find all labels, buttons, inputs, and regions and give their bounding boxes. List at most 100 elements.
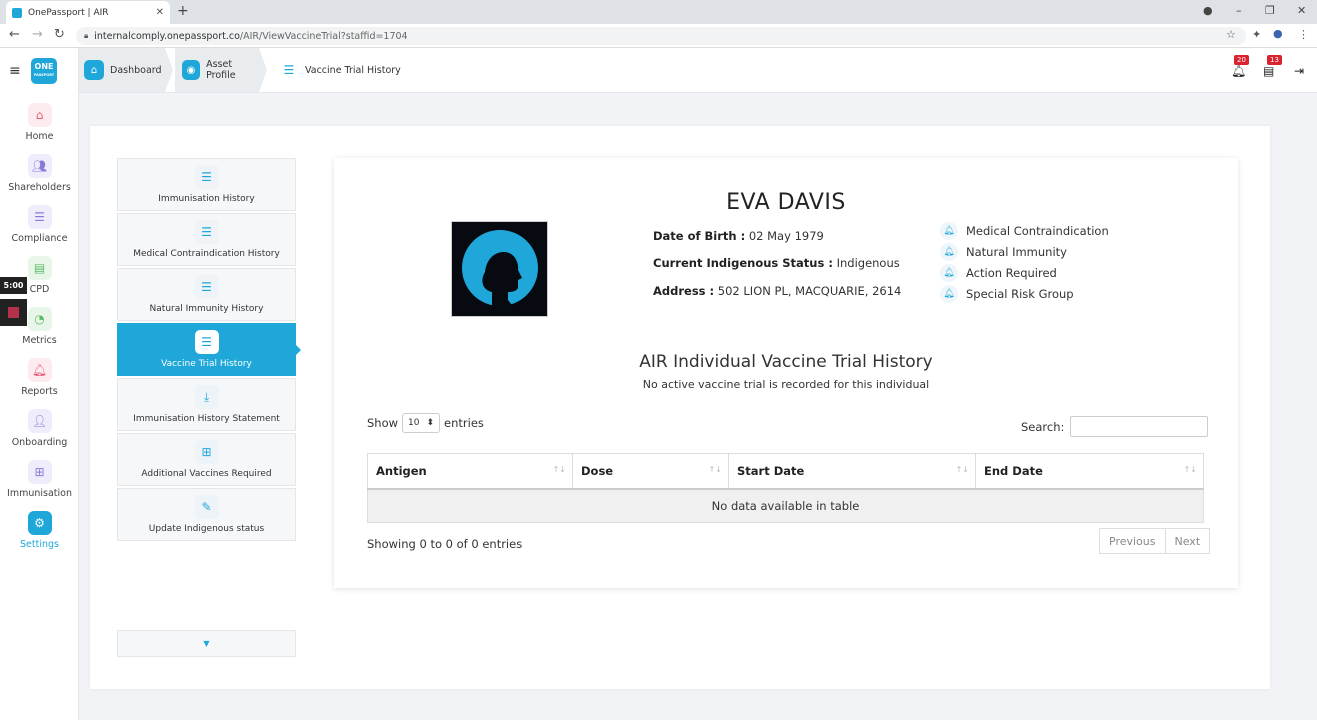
menu-expand-button[interactable]: ▼: [117, 630, 296, 657]
section-title: AIR Individual Vaccine Trial History: [639, 352, 933, 372]
column-label: Dose: [581, 463, 614, 478]
sidebar-item-onboarding[interactable]: 👤︎ Onboarding: [0, 409, 79, 455]
sidebar-item-compliance[interactable]: ☰ Compliance: [0, 205, 79, 251]
sidebar-item-label: Onboarding: [11, 437, 68, 448]
home-icon: ⌂: [84, 60, 104, 80]
stop-recording-button[interactable]: [0, 299, 27, 326]
person-name: EVA DAVIS: [726, 190, 846, 215]
bell-icon: 🔔︎: [940, 285, 958, 303]
previous-button[interactable]: Previous: [1099, 528, 1166, 554]
column-header-end-date[interactable]: End Date ↑↓: [975, 453, 1204, 490]
bell-icon: 🔔︎: [940, 222, 958, 240]
flag-medical-contraindication: 🔔︎ Medical Contraindication: [940, 222, 1109, 240]
gear-icon: ⚙: [27, 511, 52, 535]
breadcrumb-dashboard[interactable]: ⌂ Dashboard: [79, 48, 165, 92]
vaccine-trial-table: Antigen ↑↓ Dose ↑↓ Start Date ↑↓ End Date ↑↓…: [367, 453, 1204, 523]
address-row: Address : 502 LION PL, MACQUARIE, 2614: [653, 284, 901, 298]
forward-icon[interactable]: →: [32, 27, 43, 42]
minimize-icon[interactable]: –: [1236, 4, 1242, 17]
notifications-bell-icon[interactable]: 🔔︎: [1231, 64, 1246, 78]
sidebar-item-label: Home: [25, 131, 54, 142]
pie-chart-icon: ◔: [27, 307, 52, 331]
sort-icon: ↑↓: [552, 465, 566, 474]
page-size-select[interactable]: 10 ⬍: [402, 413, 441, 433]
flag-special-risk-group: 🔔︎ Special Risk Group: [940, 285, 1074, 303]
close-window-icon[interactable]: ✕: [1297, 4, 1306, 17]
clipboard-icon: ▤: [27, 256, 52, 280]
sidebar-item-settings[interactable]: ⚙ Settings: [0, 511, 79, 557]
address-value: 502 LION PL, MACQUARIE, 2614: [717, 284, 902, 298]
person-silhouette-icon: [462, 230, 538, 316]
logo-subtext: PASSPORT: [33, 73, 55, 77]
browser-tab-bar: OnePassport | AIR ✕ + ● – ❐ ✕: [0, 0, 1317, 24]
user-avatar-icon[interactable]: ●: [1273, 27, 1283, 40]
profile-avatar: [451, 221, 548, 317]
hamburger-menu-icon[interactable]: ≡: [9, 63, 21, 79]
download-tray-icon: ⤓: [194, 385, 219, 409]
menu-item-label: Natural Immunity History: [149, 304, 264, 314]
menu-item-label: Additional Vaccines Required: [141, 469, 272, 479]
menu-item-label: Update Indigenous status: [148, 524, 265, 534]
select-arrows-icon: ⬍: [426, 418, 435, 428]
list-icon: ☰: [194, 330, 219, 354]
sidebar-item-immunisation[interactable]: ⊞ Immunisation: [0, 460, 79, 506]
sidebar-item-label: CPD: [29, 284, 50, 295]
menu-vaccine-trial-history[interactable]: ☰ Vaccine Trial History: [117, 323, 301, 376]
sidebar-item-label: Immunisation: [7, 488, 72, 499]
column-header-dose[interactable]: Dose ↑↓: [572, 453, 729, 490]
indigenous-label: Current Indigenous Status :: [653, 256, 833, 270]
logout-icon[interactable]: ⇥: [1294, 64, 1304, 78]
flag-label: Medical Contraindication: [966, 224, 1109, 238]
top-header: ⌂ Dashboard ◉ Asset Profile ☰ Vaccine Tr…: [79, 48, 1317, 93]
maximize-icon[interactable]: ❐: [1265, 4, 1275, 17]
monitor-plus-icon: ⊞: [27, 460, 52, 484]
favicon-icon: [12, 7, 22, 18]
sidebar-item-label: Settings: [20, 539, 59, 550]
sort-icon: ↑↓: [708, 465, 722, 474]
tasks-clipboard-icon[interactable]: ▤: [1263, 64, 1274, 78]
column-header-antigen[interactable]: Antigen ↑↓: [367, 453, 573, 490]
browser-menu-icon[interactable]: ⋮: [1298, 28, 1309, 41]
caret-down-icon: ▼: [203, 639, 210, 648]
breadcrumb-asset-profile[interactable]: ◉ Asset Profile: [175, 48, 259, 92]
sidebar-item-shareholders[interactable]: 👥︎ Shareholders: [0, 154, 79, 200]
sidebar-item-home[interactable]: ⌂ Home: [0, 103, 79, 149]
bookmark-star-icon[interactable]: ☆: [1226, 28, 1236, 41]
menu-additional-vaccines-required[interactable]: ⊞ Additional Vaccines Required: [117, 433, 296, 486]
search-label: Search:: [1021, 419, 1065, 434]
flag-action-required: 🔔︎ Action Required: [940, 264, 1057, 282]
breadcrumb-label: Asset Profile: [206, 59, 236, 81]
flag-label: Natural Immunity: [966, 245, 1067, 259]
next-button[interactable]: Next: [1165, 528, 1211, 554]
menu-medical-contraindication-history[interactable]: ☰ Medical Contraindication History: [117, 213, 296, 266]
sidebar-item-reports[interactable]: 🔔︎ Reports: [0, 358, 79, 404]
reload-icon[interactable]: ↻: [54, 27, 65, 42]
url-path: /AIR/ViewVaccineTrial?staffid=1704: [239, 30, 408, 42]
menu-immunisation-history-statement[interactable]: ⤓ Immunisation History Statement: [117, 378, 296, 431]
menu-update-indigenous-status[interactable]: ✎ Update Indigenous status: [117, 488, 296, 541]
dob-value: 02 May 1979: [748, 229, 824, 243]
search-input[interactable]: [1070, 416, 1209, 437]
users-icon: 👥︎: [27, 154, 52, 178]
onepassport-logo[interactable]: ONE PASSPORT: [31, 58, 57, 84]
bell-icon: 🔔︎: [940, 243, 958, 261]
stop-icon: [8, 307, 19, 318]
back-icon[interactable]: ←: [9, 27, 20, 42]
menu-natural-immunity-history[interactable]: ☰ Natural Immunity History: [117, 268, 296, 321]
new-tab-button[interactable]: +: [177, 3, 189, 19]
extensions-icon[interactable]: ✦: [1252, 28, 1261, 41]
breadcrumb-separator: [259, 48, 267, 92]
browser-tab[interactable]: OnePassport | AIR ✕: [6, 1, 170, 24]
column-label: Start Date: [737, 463, 805, 478]
list-icon: ☰: [194, 220, 219, 244]
list-icon: ☰: [194, 275, 219, 299]
profile-menu-icon[interactable]: ●: [1203, 4, 1213, 17]
close-tab-icon[interactable]: ✕: [156, 7, 164, 18]
column-header-start-date[interactable]: Start Date ↑↓: [728, 453, 976, 490]
flag-label: Special Risk Group: [966, 287, 1074, 301]
tasks-badge: 13: [1267, 55, 1282, 65]
url-field[interactable]: 🔒︎ internalcomply.onepassport.co/AIR/Vie…: [76, 27, 1246, 45]
show-label: Show: [367, 416, 399, 430]
table-search: Search:: [1021, 416, 1209, 437]
menu-immunisation-history[interactable]: ☰ Immunisation History: [117, 158, 296, 211]
